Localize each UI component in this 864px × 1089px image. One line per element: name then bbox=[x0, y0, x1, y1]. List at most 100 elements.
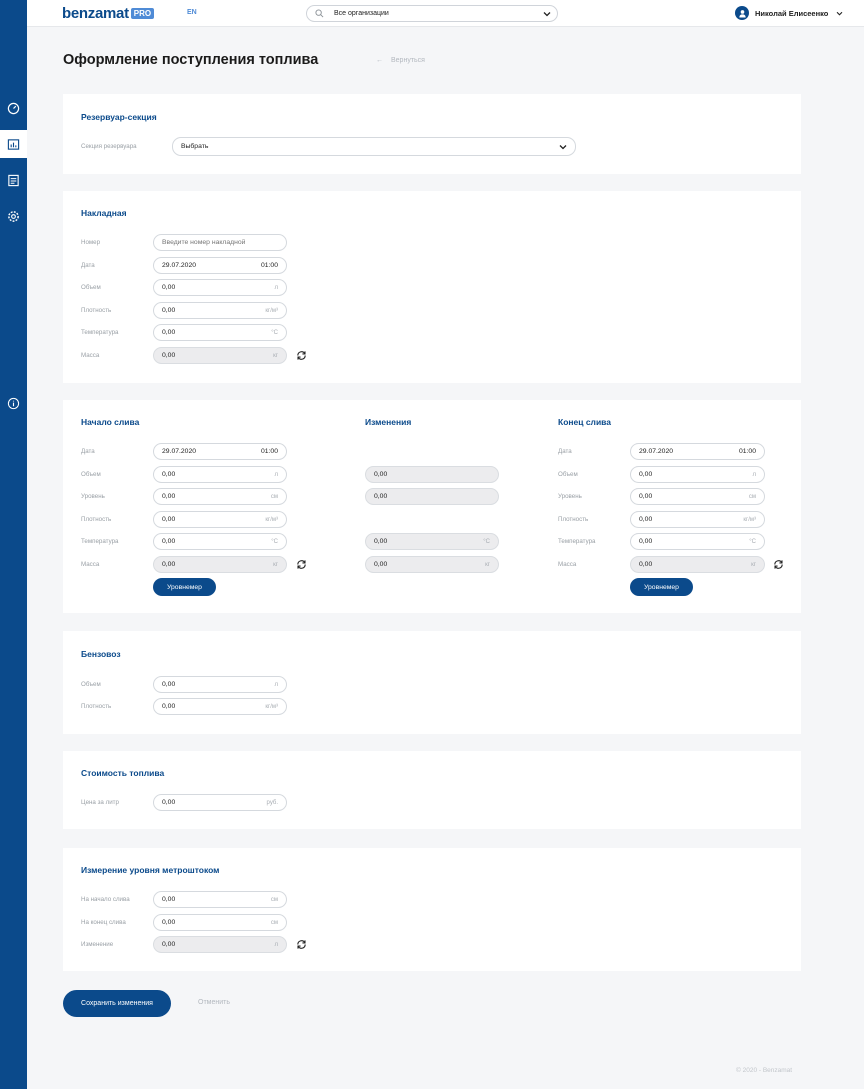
refresh-icon[interactable] bbox=[296, 939, 307, 950]
cancel-button[interactable]: Отменить bbox=[198, 999, 230, 1006]
invoice-date-field[interactable]: 29.07.2020 01:00 bbox=[153, 257, 287, 274]
drain-end-density-input[interactable]: 0,00 кг/м³ bbox=[630, 511, 765, 528]
changes-temperature-value: 0,00 bbox=[374, 538, 388, 545]
chevron-down-icon bbox=[543, 11, 551, 16]
drain-card: Начало слива Дата 29.07.2020 01:00 Объем… bbox=[63, 400, 801, 613]
drain-start-level-input[interactable]: 0,00 см bbox=[153, 488, 287, 505]
drain-end-level-value: 0,00 bbox=[639, 493, 653, 500]
drain-end-density-value: 0,00 bbox=[639, 516, 653, 523]
unit-label: кг/м³ bbox=[265, 516, 278, 523]
price-per-liter-label: Цена за литр bbox=[81, 799, 119, 806]
drain-start-volume-value: 0,00 bbox=[162, 471, 176, 478]
changes-title: Изменения bbox=[365, 417, 412, 427]
drain-end-density-label: Плотность bbox=[558, 516, 589, 523]
price-per-liter-input[interactable]: 0,00 руб. bbox=[153, 794, 287, 811]
drain-end-time-value: 01:00 bbox=[738, 448, 756, 455]
drain-start-gauge-button[interactable]: Уровнемер bbox=[153, 578, 216, 596]
price-per-liter-value: 0,00 bbox=[162, 799, 176, 806]
dipstick-start-label: На начало слива bbox=[81, 896, 130, 903]
nav-dashboard[interactable] bbox=[0, 94, 27, 122]
unit-label: л bbox=[752, 471, 756, 478]
invoice-number-label: Номер bbox=[81, 239, 101, 246]
invoice-density-label: Плотность bbox=[81, 307, 112, 314]
dipstick-end-input[interactable]: 0,00 см bbox=[153, 914, 287, 931]
invoice-temperature-label: Температура bbox=[81, 329, 119, 336]
drain-end-temperature-value: 0,00 bbox=[639, 538, 653, 545]
drain-end-mass-field: 0,00 кг bbox=[630, 556, 765, 573]
invoice-volume-value: 0,00 bbox=[162, 284, 176, 291]
drain-end-temperature-label: Температура bbox=[558, 538, 596, 545]
nav-settings[interactable] bbox=[0, 202, 27, 230]
drain-start-level-value: 0,00 bbox=[162, 493, 176, 500]
reservoir-section-select[interactable]: Выбрать bbox=[172, 137, 576, 156]
cost-title: Стоимость топлива bbox=[81, 768, 165, 778]
drain-end-mass-label: Масса bbox=[558, 561, 577, 568]
language-switch[interactable]: EN bbox=[187, 9, 197, 16]
refresh-icon[interactable] bbox=[296, 559, 307, 570]
drain-start-level-label: Уровень bbox=[81, 493, 105, 500]
tanker-density-input[interactable]: 0,00 кг/м³ bbox=[153, 698, 287, 715]
drain-end-gauge-button[interactable]: Уровнемер bbox=[630, 578, 693, 596]
chevron-down-icon bbox=[836, 11, 843, 16]
dipstick-card: Измерение уровня метроштоком На начало с… bbox=[63, 848, 801, 971]
changes-volume-field: 0,00 bbox=[365, 466, 499, 483]
reservoir-section-value: Выбрать bbox=[181, 143, 209, 150]
drain-start-temperature-label: Температура bbox=[81, 538, 119, 545]
unit-label: кг bbox=[273, 561, 278, 568]
dipstick-start-input[interactable]: 0,00 см bbox=[153, 891, 287, 908]
refresh-icon[interactable] bbox=[296, 350, 307, 361]
user-name: Николай Елисеенко bbox=[755, 8, 829, 18]
drain-end-temperature-input[interactable]: 0,00 °С bbox=[630, 533, 765, 550]
unit-label: л bbox=[274, 471, 278, 478]
back-link-label: Вернуться bbox=[391, 57, 425, 64]
topbar: benzamat PRO EN Все организации Николай … bbox=[27, 0, 864, 27]
invoice-number-input[interactable] bbox=[153, 234, 287, 251]
invoice-card: Накладная Номер Дата 29.07.2020 01:00 Об… bbox=[63, 191, 801, 383]
save-button[interactable]: Сохранить изменения bbox=[63, 990, 171, 1017]
organization-select[interactable]: Все организации bbox=[306, 5, 558, 22]
invoice-date-label: Дата bbox=[81, 262, 95, 269]
arrow-left-icon: ← bbox=[376, 57, 383, 64]
refresh-icon[interactable] bbox=[773, 559, 784, 570]
drain-start-volume-input[interactable]: 0,00 л bbox=[153, 466, 287, 483]
invoice-mass-field: 0,00 кг bbox=[153, 347, 287, 364]
nav-documents[interactable] bbox=[0, 166, 27, 194]
tanker-volume-label: Объем bbox=[81, 681, 101, 688]
drain-end-level-input[interactable]: 0,00 см bbox=[630, 488, 765, 505]
unit-label: л bbox=[274, 681, 278, 688]
tanker-volume-value: 0,00 bbox=[162, 681, 176, 688]
drain-start-mass-label: Масса bbox=[81, 561, 100, 568]
back-link[interactable]: ← Вернуться bbox=[376, 57, 425, 64]
drain-start-density-input[interactable]: 0,00 кг/м³ bbox=[153, 511, 287, 528]
invoice-density-input[interactable]: 0,00 кг/м³ bbox=[153, 302, 287, 319]
invoice-volume-label: Объем bbox=[81, 284, 101, 291]
changes-mass-field: 0,00 кг bbox=[365, 556, 499, 573]
dipstick-change-value: 0,00 bbox=[162, 941, 176, 948]
user-menu[interactable]: Николай Елисеенко bbox=[735, 6, 843, 20]
invoice-density-value: 0,00 bbox=[162, 307, 176, 314]
invoice-temperature-value: 0,00 bbox=[162, 329, 176, 336]
tanker-density-value: 0,00 bbox=[162, 703, 176, 710]
invoice-volume-input[interactable]: 0,00 л bbox=[153, 279, 287, 296]
invoice-temperature-input[interactable]: 0,00 °С bbox=[153, 324, 287, 341]
reservoir-section-label: Секция резервуара bbox=[81, 143, 137, 150]
logo[interactable]: benzamat PRO bbox=[62, 5, 155, 22]
invoice-title: Накладная bbox=[81, 208, 127, 218]
drain-start-temperature-input[interactable]: 0,00 °С bbox=[153, 533, 287, 550]
drain-start-date-field[interactable]: 29.07.2020 01:00 bbox=[153, 443, 287, 460]
logo-text: benzamat bbox=[62, 5, 129, 22]
nav-reports[interactable] bbox=[0, 130, 27, 158]
reservoir-title: Резервуар-секция bbox=[81, 112, 157, 122]
tanker-density-label: Плотность bbox=[81, 703, 112, 710]
tanker-volume-input[interactable]: 0,00 л bbox=[153, 676, 287, 693]
drain-end-volume-input[interactable]: 0,00 л bbox=[630, 466, 765, 483]
page-title: Оформление поступления топлива bbox=[63, 52, 319, 68]
dipstick-end-value: 0,00 bbox=[162, 919, 176, 926]
nav-info[interactable] bbox=[0, 389, 27, 417]
drain-end-date-field[interactable]: 29.07.2020 01:00 bbox=[630, 443, 765, 460]
drain-end-level-label: Уровень bbox=[558, 493, 582, 500]
unit-label: см bbox=[270, 919, 278, 926]
drain-start-density-value: 0,00 bbox=[162, 516, 176, 523]
drain-start-date-value: 29.07.2020 bbox=[162, 448, 197, 455]
logo-badge: PRO bbox=[130, 8, 155, 19]
